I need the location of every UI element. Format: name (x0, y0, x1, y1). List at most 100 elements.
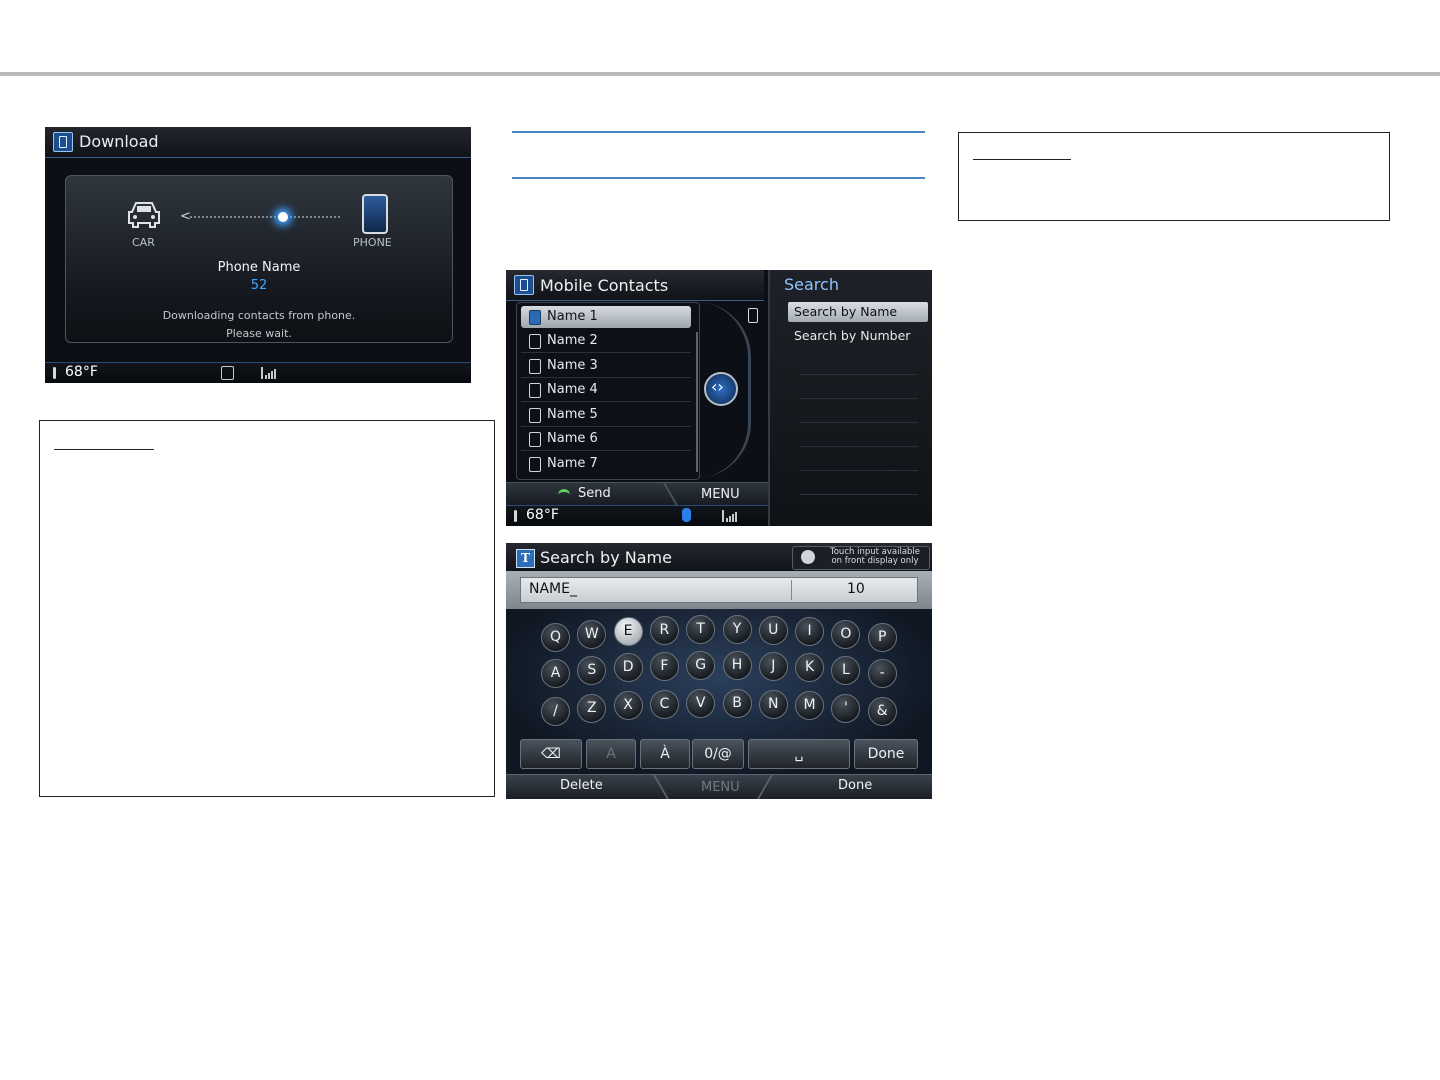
key-u[interactable]: U (758, 616, 788, 645)
key-h[interactable]: H (722, 651, 752, 680)
key-j[interactable]: J (758, 652, 788, 681)
menu-button[interactable]: MENU (701, 487, 740, 502)
case-key[interactable]: A (586, 739, 636, 769)
contact-name: Name 2 (547, 333, 598, 348)
contact-row[interactable]: Name 4 (521, 379, 691, 402)
contact-row[interactable]: Name 5 (521, 404, 691, 427)
download-title-bar: Download (45, 127, 471, 158)
char-count: 10 (847, 581, 865, 597)
key-f[interactable]: F (649, 652, 679, 681)
thermometer-icon (53, 367, 56, 379)
contact-row[interactable]: Name 1 (521, 306, 691, 328)
phone-app-icon (53, 132, 73, 152)
key-i[interactable]: I (795, 617, 825, 646)
keyboard-screen: T Search by Name Touch input available o… (506, 543, 932, 799)
note-box-right (958, 132, 1390, 221)
key-symbol[interactable]: ' (831, 694, 861, 723)
key-a[interactable]: A (541, 659, 570, 688)
header-rule (0, 72, 1440, 76)
key-y[interactable]: Y (722, 615, 752, 644)
phone-icon (362, 194, 388, 234)
contact-row[interactable]: Name 3 (521, 355, 691, 378)
contact-icon (529, 359, 541, 374)
contacts-screen: Mobile Contacts Name 1 Name 2 Name 3 Nam… (506, 270, 932, 526)
contact-name: Name 3 (547, 358, 598, 373)
download-panel: CAR < PHONE Phone Name 52 Downloading co… (65, 175, 453, 343)
hand-icon (801, 550, 815, 564)
divider (800, 470, 918, 471)
contact-icon (529, 457, 541, 472)
backspace-key[interactable]: ⌫ (520, 739, 582, 769)
divider (800, 422, 918, 423)
key-symbol[interactable]: & (867, 697, 897, 726)
key-r[interactable]: R (649, 616, 679, 645)
key-o[interactable]: O (831, 620, 861, 649)
key-t[interactable]: T (686, 615, 716, 644)
note-heading-rule (973, 159, 1071, 160)
contact-icon (529, 334, 541, 349)
search-by-name-option[interactable]: Search by Name (788, 302, 928, 322)
delete-button[interactable]: Delete (560, 778, 603, 793)
input-value: NAME_ (529, 581, 577, 597)
key-k[interactable]: K (795, 653, 825, 682)
section-rule-bottom (512, 177, 925, 179)
phone-status-icon (221, 366, 234, 380)
temperature: 68°F (65, 364, 98, 380)
divider (800, 398, 918, 399)
keyboard-title: Search by Name (540, 548, 672, 567)
contact-row[interactable]: Name 2 (521, 330, 691, 353)
key-symbol[interactable]: - (867, 659, 897, 688)
key-m[interactable]: M (795, 691, 825, 720)
key-x[interactable]: X (613, 691, 643, 720)
soft-tab-divider (757, 775, 787, 799)
contact-icon (529, 310, 541, 325)
search-panel: Search Search by Name Search by Number (768, 270, 932, 526)
contact-name: Name 5 (547, 407, 598, 422)
key-p[interactable]: P (867, 623, 897, 652)
key-c[interactable]: C (649, 690, 679, 719)
touch-note-line2: on front display only (831, 556, 919, 566)
key-z[interactable]: Z (577, 694, 607, 723)
key-s[interactable]: S (577, 656, 607, 685)
key-l[interactable]: L (831, 656, 861, 685)
key-symbol[interactable]: / (541, 697, 570, 726)
contacts-title: Mobile Contacts (540, 276, 669, 295)
input-bar: NAME_ 10 (506, 571, 932, 609)
key-b[interactable]: B (722, 689, 752, 718)
done-key[interactable]: Done (854, 739, 918, 769)
contact-row[interactable]: Name 7 (521, 453, 691, 475)
soft-tab-divider (649, 483, 679, 507)
space-key[interactable]: ␣ (748, 739, 850, 769)
download-title: Download (79, 132, 159, 151)
download-screen: Download CAR < PHONE Phone Name 52 Downl… (45, 127, 471, 383)
keyboard-title-bar: T Search by Name Touch input available o… (506, 543, 932, 571)
thermometer-icon (514, 510, 517, 522)
accent-key[interactable]: À (640, 739, 690, 769)
key-v[interactable]: V (686, 689, 716, 718)
key-q[interactable]: Q (541, 623, 570, 652)
download-count: 52 (250, 278, 268, 293)
name-input[interactable]: NAME_ 10 (520, 577, 918, 603)
contacts-list[interactable]: Name 1 Name 2 Name 3 Name 4 Name 5 Name … (516, 302, 700, 480)
phone-name: Phone Name (217, 260, 301, 275)
key-n[interactable]: N (758, 690, 788, 719)
status-bar: 68°F (45, 362, 471, 383)
car-label: CAR (132, 236, 155, 249)
key-e[interactable]: E (613, 617, 643, 646)
nav-arrows-button[interactable] (704, 372, 738, 406)
key-g[interactable]: G (686, 651, 716, 680)
contact-icon (529, 408, 541, 423)
handset-icon (558, 489, 570, 500)
key-d[interactable]: D (613, 653, 643, 682)
search-by-number-option[interactable]: Search by Number (788, 326, 928, 346)
keyboard-soft-bar: Delete MENU Done (506, 774, 932, 799)
symbols-key[interactable]: 0/@ (692, 739, 744, 769)
contact-row[interactable]: Name 6 (521, 428, 691, 451)
done-button[interactable]: Done (838, 778, 872, 793)
soft-tab-divider (639, 775, 669, 799)
send-button[interactable]: Send (578, 486, 611, 501)
contact-icon (529, 432, 541, 447)
menu-button[interactable]: MENU (701, 780, 740, 795)
key-w[interactable]: W (577, 620, 607, 649)
transfer-progress-dot (278, 212, 288, 222)
